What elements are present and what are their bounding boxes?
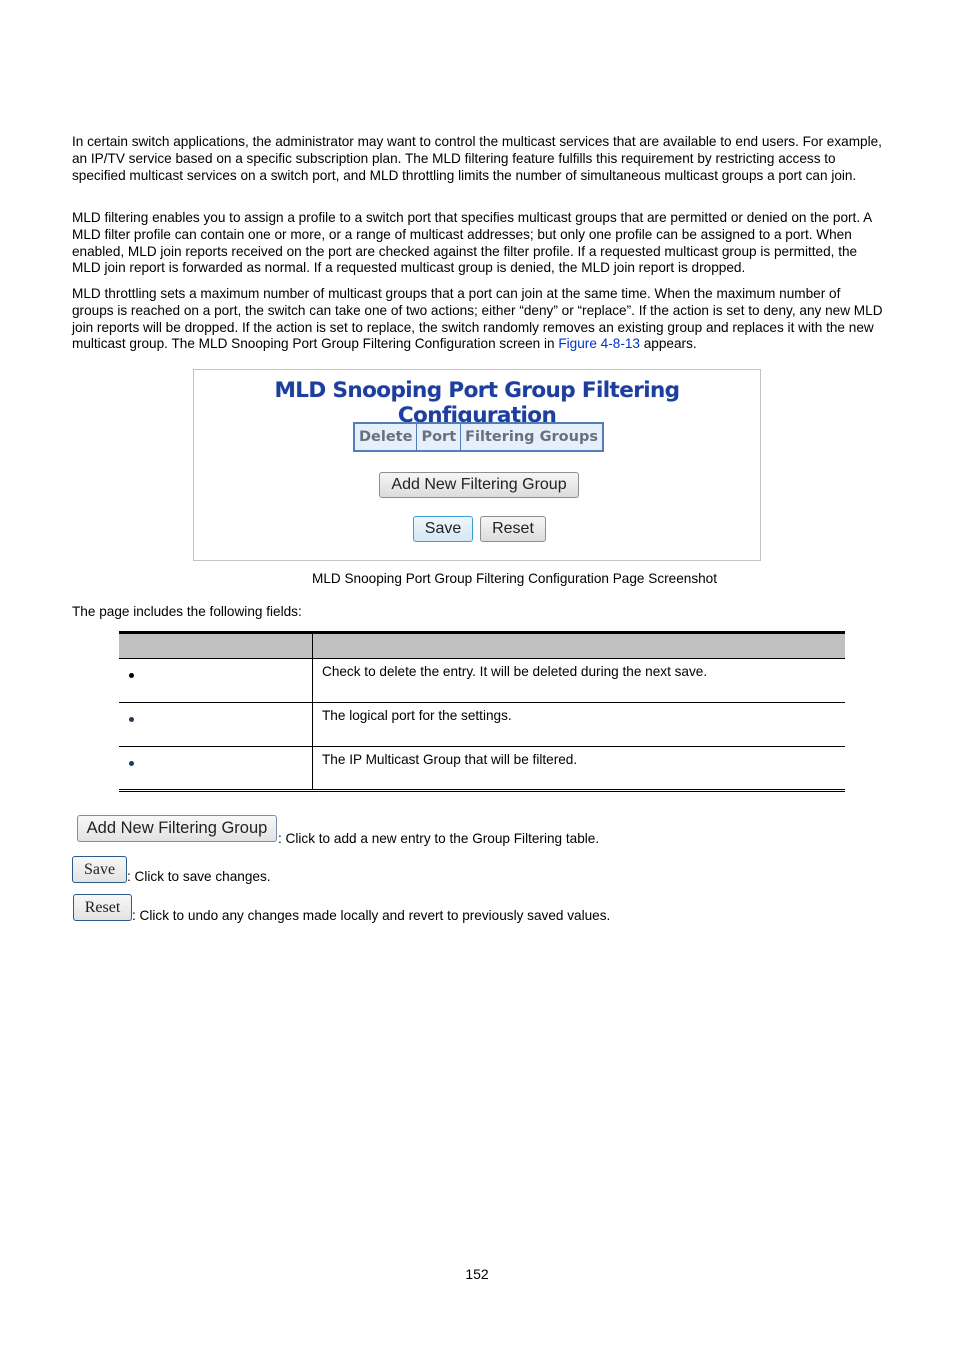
filtering-groups-table: Delete Port Filtering Groups xyxy=(353,422,604,452)
header-port: Port xyxy=(416,422,462,452)
figure-link[interactable]: Figure 4-8-13 xyxy=(558,336,640,351)
table-row: The IP Multicast Group that will be filt… xyxy=(119,746,845,792)
fields-table: Check to delete the entry. It will be de… xyxy=(119,631,845,792)
paragraph-3-tail: appears. xyxy=(639,336,697,352)
doc-add-new-filtering-group-button[interactable]: Add New Filtering Group xyxy=(77,815,277,842)
field-description: Check to delete the entry. It will be de… xyxy=(312,658,845,703)
header-filtering-groups: Filtering Groups xyxy=(460,422,604,452)
field-description: The logical port for the settings. xyxy=(312,702,845,747)
bullet-icon xyxy=(129,761,134,766)
fields-table-header xyxy=(119,631,845,659)
table-row: Check to delete the entry. It will be de… xyxy=(119,658,845,703)
header-delete: Delete xyxy=(353,422,418,452)
save-button-description: : Click to save changes. xyxy=(127,869,271,884)
bullet-icon xyxy=(129,717,134,722)
figure-caption: MLD Snooping Port Group Filtering Config… xyxy=(312,571,718,586)
config-title: MLD Snooping Port Group Filtering Config… xyxy=(274,378,681,428)
reset-button[interactable]: Reset xyxy=(480,516,546,542)
doc-reset-button[interactable]: Reset xyxy=(73,894,132,921)
intro-paragraph-2: MLD filtering enables you to assign a pr… xyxy=(72,210,872,276)
config-screenshot: MLD Snooping Port Group Filtering Config… xyxy=(193,369,761,561)
header-object xyxy=(119,631,313,659)
doc-save-button[interactable]: Save xyxy=(72,856,127,883)
field-description: The IP Multicast Group that will be filt… xyxy=(312,746,845,792)
fields-intro: The page includes the following fields: xyxy=(72,604,302,619)
header-description xyxy=(312,631,845,659)
table-row: The logical port for the settings. xyxy=(119,702,845,747)
reset-button-description: : Click to undo any changes made locally… xyxy=(132,908,611,923)
add-new-filtering-group-button[interactable]: Add New Filtering Group xyxy=(379,472,579,498)
paragraph-3-text: MLD throttling sets a maximum number of … xyxy=(72,286,883,352)
page-number: 152 xyxy=(465,1266,489,1282)
intro-paragraph-3: MLD throttling sets a maximum number of … xyxy=(72,286,884,353)
save-button[interactable]: Save xyxy=(413,516,473,542)
add-button-description: : Click to add a new entry to the Group … xyxy=(278,831,600,846)
intro-paragraph-1: In certain switch applications, the admi… xyxy=(72,134,882,183)
bullet-icon xyxy=(129,673,134,678)
